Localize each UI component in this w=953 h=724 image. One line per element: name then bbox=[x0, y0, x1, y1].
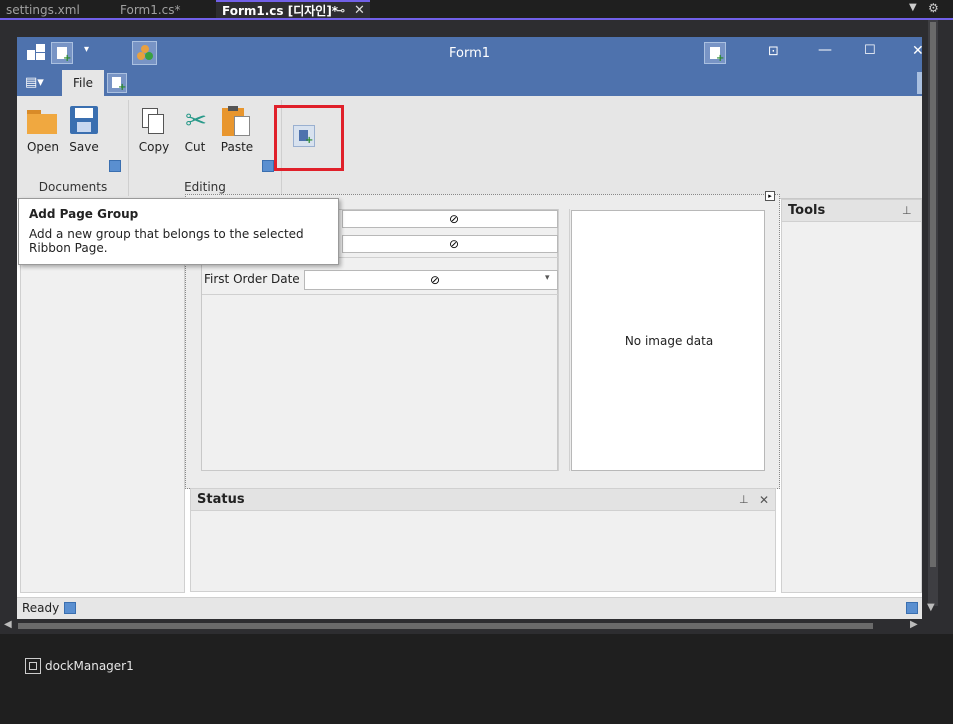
close-window-icon[interactable]: ✕ bbox=[912, 43, 922, 59]
paste-label: Paste bbox=[220, 140, 254, 154]
open-label: Open bbox=[26, 140, 60, 154]
add-ribbon-page-icon[interactable]: + bbox=[107, 73, 127, 93]
close-icon[interactable]: ✕ bbox=[759, 489, 769, 511]
copy-button[interactable]: Copy bbox=[133, 140, 175, 154]
anchor-lock-icon: ⊘ bbox=[449, 212, 460, 226]
minimize-icon[interactable]: — bbox=[818, 42, 832, 58]
scroll-left-icon[interactable]: ◀ bbox=[4, 619, 12, 630]
ribbon-scroll-indicator bbox=[917, 72, 922, 94]
vertical-scrollbar[interactable] bbox=[928, 20, 938, 606]
paste-button[interactable]: Paste bbox=[215, 140, 259, 154]
tooltip-body: Add a new group that belongs to the sele… bbox=[29, 227, 304, 255]
scroll-thumb[interactable] bbox=[930, 22, 936, 567]
tooltip-title: Add Page Group bbox=[29, 207, 139, 221]
copy-icon bbox=[142, 108, 166, 136]
tab-form1-designer[interactable]: Form1.cs [디자인]* ⊸ ✕ bbox=[216, 0, 370, 20]
maximize-icon[interactable]: ☐ bbox=[864, 43, 876, 58]
dock-manager-icon bbox=[25, 658, 41, 674]
right-tool-strip: ▼ bbox=[925, 20, 953, 634]
no-image-placeholder: No image data bbox=[624, 334, 714, 348]
component-tray: dockManager1 bbox=[0, 634, 953, 724]
status-dock-panel: Status ⊥ ✕ bbox=[190, 488, 776, 592]
tab-label: Form1.cs [디자인]* bbox=[222, 4, 339, 18]
form-status-bar: Ready bbox=[17, 597, 922, 619]
scroll-right-icon[interactable]: ▶ bbox=[910, 619, 918, 630]
dock-manager-component[interactable]: dockManager1 bbox=[45, 659, 134, 673]
form-title-bar: + ▾ Form1 + ⊡ — ☐ ✕ bbox=[17, 37, 922, 70]
save-label: Save bbox=[69, 140, 99, 154]
form-title: Form1 bbox=[448, 46, 491, 61]
scroll-thumb[interactable] bbox=[18, 623, 873, 629]
pin-icon[interactable]: ⊥ bbox=[902, 200, 912, 222]
ribbon-body: Open Save Documents Copy ✂ Cut Paste Edi… bbox=[17, 96, 922, 199]
ribbon-tab-file[interactable]: File bbox=[62, 70, 104, 96]
status-panel-title: Status bbox=[197, 492, 245, 507]
tab-form1-code[interactable]: Form1.cs* bbox=[114, 0, 216, 20]
horizontal-scrollbar[interactable]: ◀ ▶ bbox=[0, 619, 925, 633]
restore-layout-icon[interactable]: ⊡ bbox=[768, 44, 779, 59]
text-field-2[interactable]: ⊘ bbox=[342, 235, 558, 253]
documents-group-label: Documents bbox=[38, 180, 108, 194]
tab-label: settings.xml bbox=[6, 3, 80, 17]
tab-label: Form1.cs* bbox=[120, 3, 181, 17]
tooltip: Add Page Group Add a new group that belo… bbox=[18, 198, 339, 265]
save-disk-icon bbox=[70, 106, 98, 134]
cut-button[interactable]: Cut bbox=[175, 140, 215, 154]
add-item-icon[interactable] bbox=[262, 160, 274, 172]
first-order-date-label: First Order Date bbox=[204, 272, 300, 286]
anchor-lock-icon: ⊘ bbox=[449, 237, 460, 251]
application-menu-icon[interactable]: ▤▾ bbox=[25, 74, 51, 92]
scroll-down-icon[interactable]: ▼ bbox=[927, 602, 935, 613]
editing-group-label: Editing bbox=[184, 180, 226, 194]
highlight-rectangle bbox=[274, 105, 344, 171]
anchor-lock-icon: ⊘ bbox=[430, 273, 441, 287]
open-folder-icon bbox=[27, 106, 57, 136]
chevron-down-icon[interactable]: ▾ bbox=[545, 273, 550, 283]
cut-label: Cut bbox=[184, 140, 206, 154]
pin-icon[interactable]: ⊥ bbox=[739, 489, 749, 511]
status-ready-text: Ready bbox=[22, 601, 60, 615]
tools-dock-panel: Tools ⊥ bbox=[781, 199, 922, 593]
text-field-1[interactable]: ⊘ bbox=[342, 210, 558, 228]
add-status-item-icon[interactable] bbox=[906, 602, 918, 614]
copy-label: Copy bbox=[138, 140, 170, 154]
tools-panel-title: Tools bbox=[788, 203, 826, 218]
open-button[interactable]: Open bbox=[23, 140, 63, 154]
status-panel-header: Status ⊥ ✕ bbox=[191, 489, 775, 511]
add-item-icon[interactable] bbox=[109, 160, 121, 172]
scissors-icon: ✂ bbox=[185, 106, 207, 136]
form-window[interactable]: + ▾ Form1 + ⊡ — ☐ ✕ ▤▾ File + Open Save … bbox=[17, 37, 922, 619]
tab-settings-xml[interactable]: settings.xml bbox=[0, 0, 112, 20]
smart-tag-arrow-icon[interactable]: ▸ bbox=[765, 191, 775, 201]
first-order-date-picker[interactable]: ⊘ ▾ bbox=[304, 270, 558, 290]
splitter[interactable] bbox=[558, 209, 570, 471]
tab-dropdown-icon[interactable]: ▼ bbox=[909, 2, 917, 13]
ribbon-page-header: ▤▾ File + bbox=[17, 70, 922, 96]
save-button[interactable]: Save bbox=[64, 140, 104, 154]
add-status-item-icon[interactable] bbox=[64, 602, 76, 614]
picture-edit[interactable]: No image data bbox=[571, 210, 765, 471]
settings-gear-icon[interactable]: ⚙ bbox=[928, 1, 939, 15]
paste-clipboard-icon bbox=[222, 106, 252, 138]
tools-panel-header: Tools ⊥ bbox=[782, 200, 921, 222]
document-tab-bar: settings.xml Form1.cs* Form1.cs [디자인]* ⊸… bbox=[0, 0, 953, 20]
add-title-item-icon[interactable]: + bbox=[704, 42, 726, 64]
